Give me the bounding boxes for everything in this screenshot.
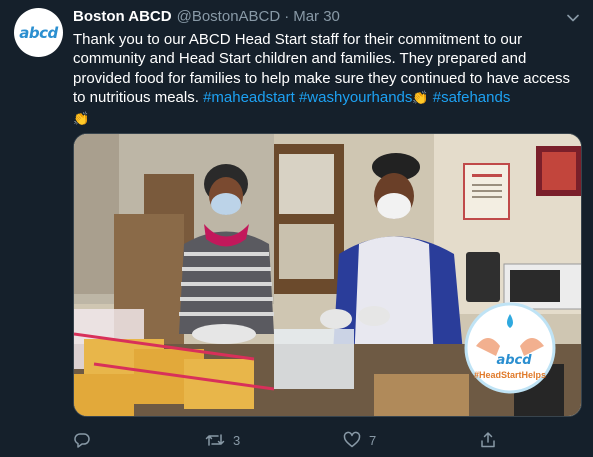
tweet-header: Boston ABCD @BostonABCD · Mar 30: [73, 8, 340, 28]
display-name[interactable]: Boston ABCD: [73, 8, 172, 25]
badge-hashtag: #HeadStartHelps: [474, 370, 546, 380]
tweet[interactable]: abcd Boston ABCD @BostonABCD · Mar 30 Th…: [0, 0, 593, 457]
separator-dot: ·: [284, 8, 290, 25]
like-count: 7: [369, 432, 377, 448]
avatar-logo-text: abcd: [19, 23, 58, 42]
tweet-photo[interactable]: abcd #HeadStartHelps: [73, 133, 582, 417]
tweet-text: Thank you to our ABCD Head Start staff f…: [73, 30, 583, 129]
badge-logo-text: abcd: [496, 353, 532, 368]
reply-icon: [74, 433, 90, 448]
tweet-date[interactable]: Mar 30: [293, 8, 340, 25]
retweet-count: 3: [233, 432, 241, 448]
retweet-button[interactable]: 3: [205, 430, 240, 450]
hashtag-washyourhands[interactable]: #washyourhands: [299, 89, 412, 106]
heart-icon: [343, 431, 361, 448]
share-button[interactable]: [479, 430, 497, 450]
like-button[interactable]: 7: [343, 430, 376, 450]
head-start-helps-badge: abcd #HeadStartHelps: [464, 302, 556, 394]
clapping-hands-emoji: 👏: [73, 111, 90, 127]
photo-scene: abcd #HeadStartHelps: [74, 134, 581, 416]
chevron-down-icon[interactable]: [567, 12, 579, 24]
reply-button[interactable]: [73, 430, 99, 450]
tweet-actions: 3 7: [73, 430, 503, 450]
avatar[interactable]: abcd: [14, 8, 63, 57]
handle[interactable]: @BostonABCD: [177, 8, 281, 25]
share-icon: [481, 432, 495, 448]
hashtag-safehands[interactable]: #safehands: [433, 89, 511, 106]
hashtag-maheadstart[interactable]: #maheadstart: [203, 89, 295, 106]
retweet-icon: [205, 434, 225, 446]
clapping-hands-emoji: 👏: [412, 91, 429, 107]
